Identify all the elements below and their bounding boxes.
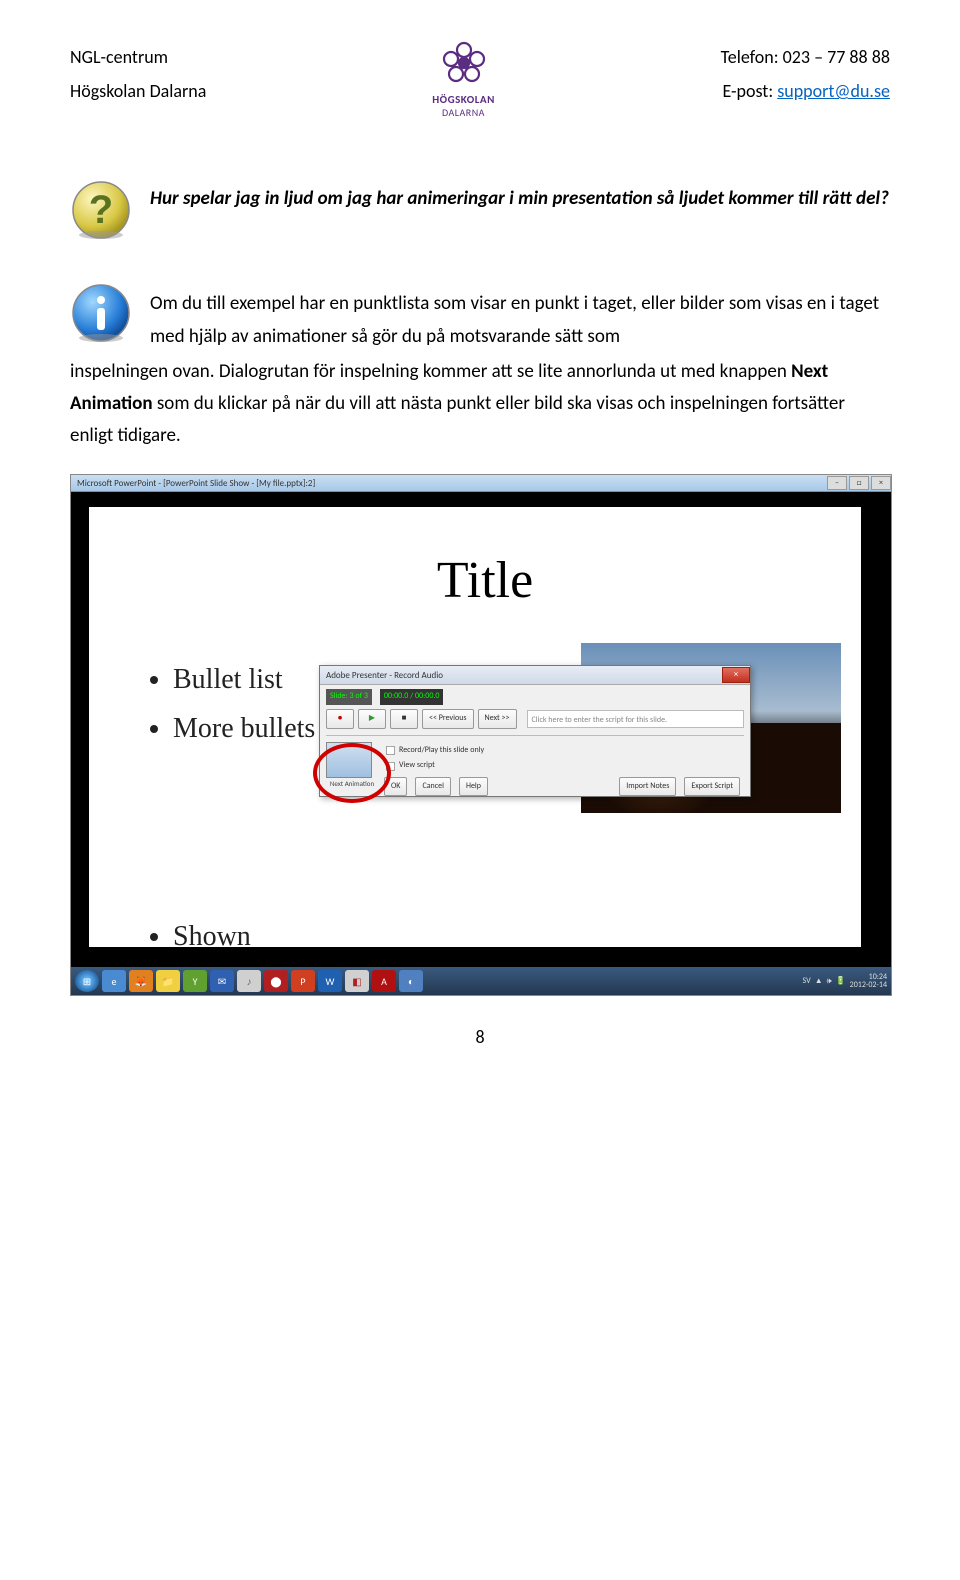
view-script-checkbox[interactable]: View script bbox=[384, 759, 744, 773]
app-icon-2[interactable]: ◧ bbox=[345, 970, 369, 992]
info-text-continued: inspelningen ovan. Dialogrutan för inspe… bbox=[70, 356, 890, 453]
outlook-icon[interactable]: ✉ bbox=[210, 970, 234, 992]
dialog-close-icon[interactable]: × bbox=[722, 667, 750, 683]
messenger-icon[interactable]: Y bbox=[183, 970, 207, 992]
dialog-titlebar: Adobe Presenter - Record Audio × bbox=[320, 666, 750, 685]
body-content: ? Hur spelar jag in ljud om jag har anim… bbox=[70, 179, 890, 996]
header-left: NGL-centrum Högskolan Dalarna bbox=[70, 40, 206, 108]
info-block-start: Om du till exempel har en punktlista som… bbox=[70, 282, 890, 355]
script-input[interactable]: Click here to enter the script for this … bbox=[527, 710, 744, 728]
cancel-button[interactable]: Cancel bbox=[415, 777, 451, 797]
logo-text-1: HÖGSKOLAN bbox=[432, 93, 495, 106]
slide-counter: Slide: 3 of 3 bbox=[326, 689, 372, 705]
page-header: NGL-centrum Högskolan Dalarna HÖGSKOLAN bbox=[70, 40, 890, 119]
word-icon[interactable]: W bbox=[318, 970, 342, 992]
record-icon[interactable]: ● bbox=[326, 709, 354, 729]
screenshot-figure: Microsoft PowerPoint - [PowerPoint Slide… bbox=[70, 474, 892, 996]
tray-icon-3[interactable]: 🔋 bbox=[836, 975, 846, 989]
adobe-reader-icon[interactable]: A bbox=[372, 970, 396, 992]
windows-taskbar: ⊞ e 🦊 📁 Y ✉ ♪ ⬤ P W ◧ A ◐ SV ▲ bbox=[71, 967, 891, 995]
logo-text-2: DALARNA bbox=[432, 106, 495, 119]
close-icon[interactable]: × bbox=[871, 476, 891, 490]
window-buttons: – □ × bbox=[825, 476, 891, 490]
powerpoint-icon[interactable]: P bbox=[291, 970, 315, 992]
help-button[interactable]: Help bbox=[459, 777, 488, 797]
ie-icon[interactable]: e bbox=[102, 970, 126, 992]
minimize-icon[interactable]: – bbox=[827, 476, 847, 490]
recording-timer: 00:00.0 / 00:00.0 bbox=[380, 689, 444, 705]
record-audio-dialog: Adobe Presenter - Record Audio × Slide: … bbox=[319, 665, 751, 797]
export-script-button[interactable]: Export Script bbox=[684, 777, 740, 797]
clock-date: 2012-02-14 bbox=[850, 981, 887, 990]
ppt-window-titlebar: Microsoft PowerPoint - [PowerPoint Slide… bbox=[71, 475, 891, 492]
next-button[interactable]: Next >> bbox=[478, 709, 517, 729]
itunes-icon[interactable]: ♪ bbox=[237, 970, 261, 992]
slide-bullet-shown: Shown bbox=[149, 913, 821, 961]
email-link[interactable]: support@du.se bbox=[777, 80, 890, 102]
next-animation-button[interactable]: Next Animation bbox=[326, 778, 378, 790]
bullet-shown: Shown bbox=[173, 913, 821, 961]
ok-button[interactable]: OK bbox=[384, 777, 407, 797]
play-icon[interactable]: ▶ bbox=[358, 709, 386, 729]
maximize-icon[interactable]: □ bbox=[849, 476, 869, 490]
org-unit: NGL-centrum bbox=[70, 40, 206, 74]
slide-thumbnail[interactable] bbox=[326, 742, 372, 778]
question-block: ? Hur spelar jag in ljud om jag har anim… bbox=[70, 179, 890, 252]
tray-icon-2[interactable]: 🕪 bbox=[827, 975, 832, 989]
start-icon[interactable]: ⊞ bbox=[75, 970, 99, 992]
dialog-title: Adobe Presenter - Record Audio bbox=[326, 668, 443, 683]
language-indicator[interactable]: SV bbox=[803, 975, 811, 989]
record-play-checkbox[interactable]: Record/Play this slide only bbox=[384, 744, 744, 758]
page-number: 8 bbox=[70, 1026, 890, 1048]
flower-icon bbox=[441, 40, 487, 91]
slide-title: Title bbox=[149, 537, 821, 625]
tray-icon-1[interactable]: ▲ bbox=[815, 975, 823, 989]
dialog-body: Slide: 3 of 3 00:00.0 / 00:00.0 ● ▶ ■ <<… bbox=[320, 685, 750, 800]
app-icon-3[interactable]: ◐ bbox=[399, 970, 423, 992]
app-icon-1[interactable]: ⬤ bbox=[264, 970, 288, 992]
system-tray: SV ▲ 🕪 🔋 10:24 2012-02-14 bbox=[803, 973, 887, 991]
import-notes-button[interactable]: Import Notes bbox=[619, 777, 676, 797]
ppt-window-title: Microsoft PowerPoint - [PowerPoint Slide… bbox=[77, 476, 315, 491]
phone-line: Telefon: 023 – 77 88 88 bbox=[721, 40, 890, 74]
email-line: E-post: support@du.se bbox=[721, 74, 890, 108]
svg-text:?: ? bbox=[89, 188, 113, 232]
info-text-first: Om du till exempel har en punktlista som… bbox=[150, 282, 890, 353]
org-name: Högskolan Dalarna bbox=[70, 74, 206, 108]
question-icon: ? bbox=[70, 179, 132, 252]
question-text: Hur spelar jag in ljud om jag har animer… bbox=[150, 179, 889, 215]
previous-button[interactable]: << Previous bbox=[422, 709, 474, 729]
taskbar-apps: ⊞ e 🦊 📁 Y ✉ ♪ ⬤ P W ◧ A ◐ bbox=[75, 970, 423, 992]
info-icon bbox=[70, 282, 132, 355]
header-logo: HÖGSKOLAN DALARNA bbox=[432, 40, 495, 119]
explorer-icon[interactable]: 📁 bbox=[156, 970, 180, 992]
firefox-icon[interactable]: 🦊 bbox=[129, 970, 153, 992]
stop-icon[interactable]: ■ bbox=[390, 709, 418, 729]
header-right: Telefon: 023 – 77 88 88 E-post: support@… bbox=[721, 40, 890, 108]
